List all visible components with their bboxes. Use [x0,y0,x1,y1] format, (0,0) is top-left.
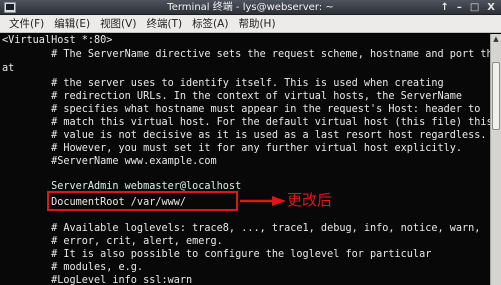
menu-edit[interactable]: 编辑(E) [49,15,95,33]
menu-view[interactable]: 视图(V) [95,15,141,33]
annotation-label: 更改后 [287,191,333,209]
title-bar: Terminal 终端 - lys@webserver: ~ ↑ – □ X [0,0,501,15]
terminal-line: #LogLevel info ssl:warn [2,275,193,285]
terminal-line: # modules, e.g. [2,262,144,273]
menu-terminal[interactable]: 终端(T) [141,15,187,33]
terminal-line: # It is also possible to configure the l… [2,249,432,260]
menu-bar: 文件(F) 编辑(E) 视图(V) 终端(T) 标签(A) 帮助(H) [0,15,501,33]
terminal-line: <VirtualHost *:80> [2,35,113,46]
terminal-line: at [2,63,15,74]
terminal-line: # the server uses to identify itself. Th… [2,78,444,89]
terminal-output[interactable]: <VirtualHost *:80> # The ServerName dire… [0,34,490,285]
highlight-box [47,191,238,211]
terminal-line: # error, crit, alert, emerg. [2,236,223,247]
terminal-line: # Available loglevels: trace8, ..., trac… [2,223,481,234]
terminal-line: # redirection URLs. In the context of vi… [2,91,463,102]
minimize-button[interactable]: – [457,0,462,15]
terminal-line: # value is not decisive as it is used as… [2,130,487,141]
terminal-line: # However, you must set it for any furth… [2,143,463,154]
terminal-line: # specifies what hostname must appear in… [2,104,481,115]
window-title: Terminal 终端 - lys@webserver: ~ [167,2,334,13]
keep-above-button[interactable]: ↑ [440,0,448,15]
red-arrow-icon [240,196,286,206]
window-controls: ↑ – □ X [440,0,495,15]
close-button[interactable]: X [487,0,495,15]
maximize-button[interactable]: □ [470,0,479,15]
terminal-line: # match this virtual host. For the defau… [2,117,490,128]
terminal-line: #ServerName www.example.com [2,156,217,167]
menu-file[interactable]: 文件(F) [4,15,49,33]
scroll-up-arrow-icon[interactable]: ▲ [492,35,500,44]
menu-help[interactable]: 帮助(H) [233,15,280,33]
vertical-scrollbar[interactable]: ▲ [490,34,501,285]
menu-tabs[interactable]: 标签(A) [187,15,233,33]
terminal-line: # The ServerName directive sets the requ… [2,49,490,60]
scroll-thumb[interactable] [492,62,500,130]
